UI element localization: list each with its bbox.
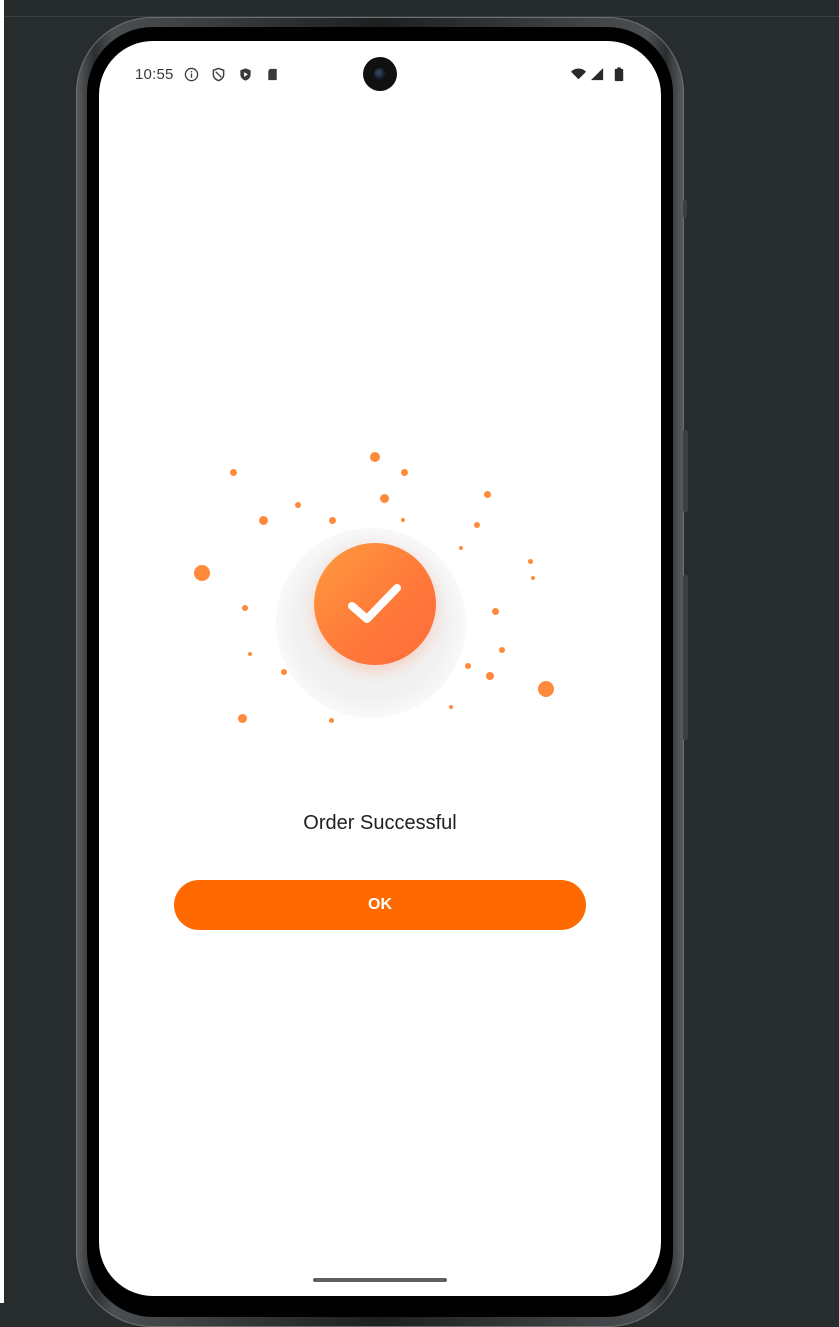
success-badge — [314, 543, 436, 665]
phone-power-button — [683, 430, 688, 512]
confetti-dot — [531, 576, 535, 580]
confetti-dot — [465, 663, 471, 669]
wifi-icon — [571, 68, 586, 80]
cellular-signal-icon — [590, 67, 604, 81]
phone-volume-button — [683, 575, 688, 740]
confetti-dot — [528, 559, 533, 564]
sd-card-icon — [268, 68, 277, 81]
confetti-dot — [281, 669, 287, 675]
window-top-strip — [0, 0, 839, 17]
confetti-dot — [329, 718, 334, 723]
home-indicator[interactable] — [313, 1278, 447, 1282]
confetti-dot — [401, 469, 408, 476]
confetti-dot — [329, 517, 336, 524]
confetti-dot — [449, 705, 453, 709]
phone-screen: 10:55 Order Successful OK — [99, 41, 661, 1296]
status-bar: 10:55 — [99, 41, 661, 111]
confetti-dot — [194, 565, 210, 581]
front-camera — [363, 57, 397, 91]
info-icon — [184, 67, 199, 82]
confetti-dot — [248, 652, 252, 656]
confetti-dot — [538, 681, 554, 697]
confetti-dot — [401, 518, 405, 522]
confetti-dot — [484, 491, 491, 498]
confetti-dot — [238, 714, 247, 723]
camera-lens — [374, 68, 386, 80]
shield-play-icon — [240, 68, 251, 81]
confetti-dot — [370, 452, 380, 462]
confetti-dot — [295, 502, 301, 508]
confetti-dot — [499, 647, 505, 653]
phone-side-button-top — [683, 200, 687, 218]
confetti-dot — [492, 608, 499, 615]
confetti-dot — [242, 605, 248, 611]
battery-icon — [614, 67, 624, 82]
ok-button[interactable]: OK — [174, 880, 586, 930]
confetti-dot — [259, 516, 268, 525]
confetti-dot — [459, 546, 463, 550]
confetti-dot — [474, 522, 480, 528]
window-left-edge — [0, 0, 4, 1303]
order-success-title: Order Successful — [303, 812, 457, 834]
status-time: 10:55 — [135, 66, 174, 83]
shield-icon — [212, 67, 225, 82]
checkmark-icon — [348, 584, 401, 623]
confetti-dot — [380, 494, 389, 503]
confetti-dot — [486, 672, 494, 680]
confetti-dot — [230, 469, 237, 476]
